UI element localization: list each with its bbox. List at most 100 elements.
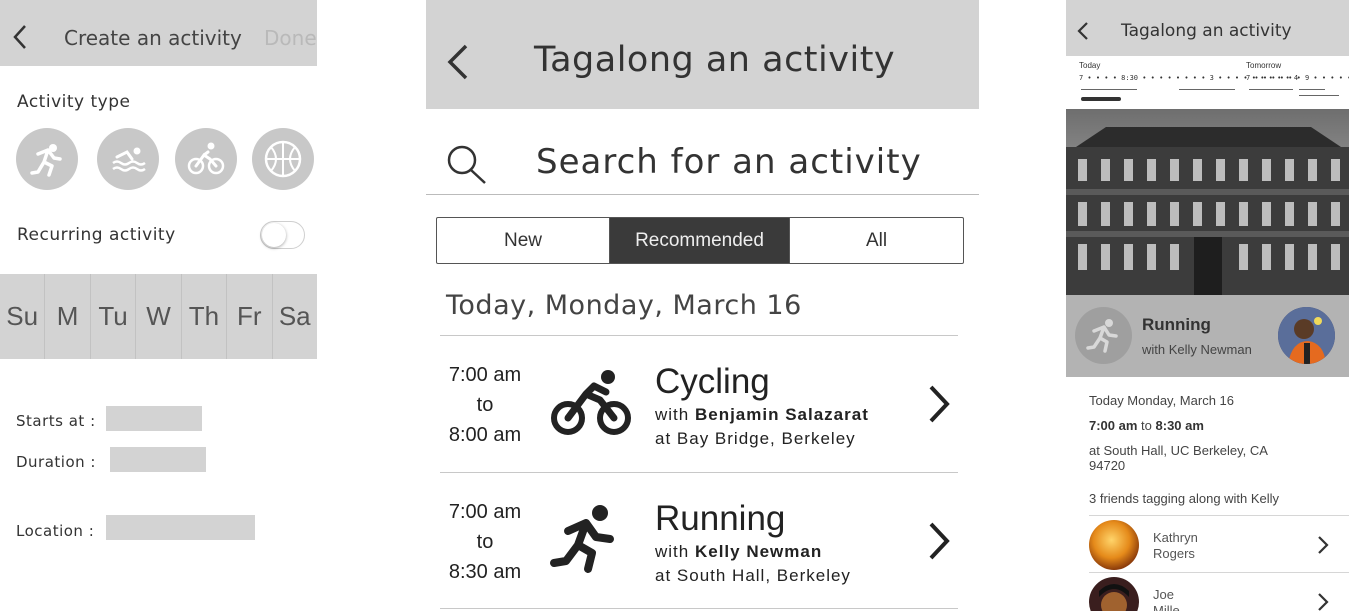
activity-row-cycling[interactable]: 7:00 am to 8:00 am Cycling with Benjamin… [426, 336, 979, 472]
duration-field[interactable] [110, 447, 206, 472]
header-bar: Tagalong an activity [426, 0, 979, 109]
timeline-slot[interactable] [1299, 89, 1325, 90]
swimming-icon [112, 147, 146, 172]
back-chevron-icon[interactable] [12, 24, 28, 54]
create-activity-screen: Create an activity Done Activity type Re… [0, 0, 317, 611]
basketball-icon [264, 140, 302, 178]
day-selector: Su M Tu W Th Fr Sa [0, 274, 317, 359]
date-heading: Today, Monday, March 16 [446, 290, 802, 321]
end-time: 8:30 am [448, 561, 522, 583]
start-time: 7:00 am [448, 501, 522, 523]
activity-type-cycling[interactable] [175, 128, 237, 190]
day-sunday[interactable]: Su [0, 274, 46, 359]
activity-banner[interactable]: Running with Kelly Newman [1066, 295, 1349, 377]
chevron-right-icon[interactable] [1316, 592, 1330, 611]
filter-tabs: New Recommended All [436, 217, 964, 264]
chevron-right-icon[interactable] [1316, 535, 1330, 559]
timeline-today-label: Today [1079, 61, 1101, 70]
chevron-right-icon[interactable] [926, 384, 952, 428]
timeline-slot[interactable] [1249, 89, 1293, 90]
timeline-tomorrow-label: Tomorrow [1246, 61, 1282, 70]
friends-summary: 3 friends tagging along with Kelly [1089, 491, 1280, 506]
location-line-1: at South Hall, UC Berkeley, CA [1089, 443, 1268, 458]
timeline-tomorrow-ticks: 7 • • • • • • 9 • • • • • • • • • [1246, 74, 1349, 82]
friend-last-name: Rogers [1153, 546, 1195, 561]
friend-avatar [1089, 577, 1139, 611]
with-prefix: with [655, 542, 690, 561]
running-icon [30, 144, 62, 177]
done-button[interactable]: Done [264, 26, 317, 50]
location-label: Location : [16, 522, 95, 540]
location-field[interactable] [106, 515, 255, 540]
host-avatar[interactable] [1278, 307, 1335, 364]
running-icon [548, 501, 628, 581]
activity-name: Running [655, 499, 786, 538]
to-label: to [476, 531, 494, 553]
activity-host: with Kelly Newman [1142, 342, 1252, 357]
with-prefix: with [655, 405, 690, 424]
day-friday[interactable]: Fr [227, 274, 273, 359]
tab-new[interactable]: New [437, 218, 610, 263]
activity-location: at South Hall, Berkeley [655, 566, 851, 585]
day-wednesday[interactable]: W [136, 274, 182, 359]
activity-location: at Bay Bridge, Berkeley [655, 429, 856, 448]
friend-first-name: Kathryn [1153, 530, 1198, 545]
tab-recommended[interactable]: Recommended [610, 218, 789, 263]
end-time: 8:00 am [448, 424, 522, 446]
search-icon[interactable] [446, 144, 488, 190]
to-label: to [476, 394, 494, 416]
header-bar: Tagalong an activity [1066, 0, 1349, 56]
location-line-2: 94720 [1089, 458, 1126, 473]
page-title: Tagalong an activity [1121, 21, 1292, 41]
start-time: 7:00 am [448, 364, 522, 386]
running-icon [1075, 307, 1132, 364]
day-saturday[interactable]: Sa [272, 274, 317, 359]
timeline-slot[interactable] [1081, 89, 1137, 90]
chevron-right-icon[interactable] [926, 521, 952, 565]
activity-type-swimming[interactable] [97, 128, 159, 190]
activity-type-label: Activity type [17, 92, 131, 112]
back-chevron-icon[interactable] [1077, 21, 1089, 45]
friend-last-name: Mille [1153, 603, 1180, 611]
time-range: 7:00 am to 8:00 am [440, 360, 530, 450]
timeline-slot[interactable] [1179, 89, 1235, 90]
search-input[interactable]: Search for an activity [536, 142, 922, 182]
activity-type-running[interactable] [16, 128, 78, 190]
activity-time: 7:00 am to 8:30 am [1089, 418, 1204, 433]
day-monday[interactable]: M [45, 274, 91, 359]
tab-all[interactable]: All [789, 218, 963, 263]
recurring-activity-label: Recurring activity [17, 225, 176, 245]
activity-with: with Benjamin Salazarat [655, 405, 869, 425]
friend-name: Kathryn Rogers [1153, 530, 1198, 562]
start-time: 7:00 am [1089, 418, 1138, 433]
divider [1089, 572, 1349, 573]
starts-at-label: Starts at : [16, 412, 96, 430]
timeline-current-indicator [1081, 97, 1121, 101]
person-name: Kelly Newman [694, 542, 823, 561]
activity-date: Today Monday, March 16 [1089, 393, 1234, 408]
time-range: 7:00 am to 8:30 am [440, 497, 530, 587]
day-thursday[interactable]: Th [181, 274, 228, 359]
header-bar: Create an activity Done [0, 0, 317, 66]
activity-name: Cycling [655, 362, 770, 401]
divider [1089, 515, 1349, 516]
friend-name: Joe Mille [1153, 587, 1180, 611]
cycling-icon [548, 366, 636, 442]
divider [440, 608, 958, 609]
page-title: Create an activity [64, 26, 242, 50]
activity-name: Running [1142, 315, 1211, 334]
friend-first-name: Joe [1153, 587, 1174, 602]
activity-detail-screen: Tagalong an activity Today 7 • • • • 8:3… [1066, 0, 1349, 611]
recurring-toggle[interactable] [260, 221, 305, 249]
timeline-slot[interactable] [1299, 95, 1339, 96]
starts-at-field[interactable] [106, 406, 202, 431]
activity-with: with Kelly Newman [655, 542, 822, 562]
day-tuesday[interactable]: Tu [90, 274, 137, 359]
back-chevron-icon[interactable] [446, 43, 470, 85]
activity-row-running[interactable]: 7:00 am to 8:30 am Running with Kelly Ne… [426, 473, 979, 609]
cycling-icon [187, 142, 225, 175]
tagalong-search-screen: Tagalong an activity Search for an activ… [426, 0, 979, 611]
page-title: Tagalong an activity [534, 40, 896, 80]
activity-type-basketball[interactable] [252, 128, 314, 190]
end-time: 8:30 am [1155, 418, 1204, 433]
